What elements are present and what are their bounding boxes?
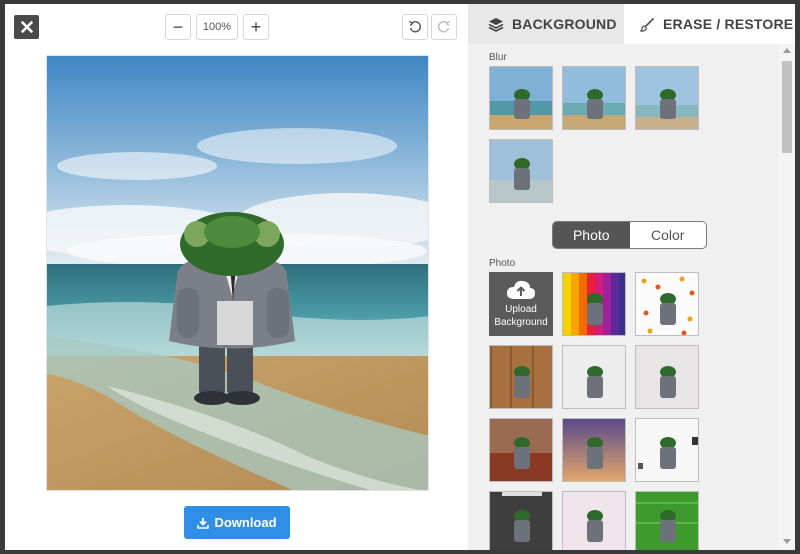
editor-window: − 100% + Download BACKGROUND ERASE / RES… [5, 4, 795, 550]
history-controls [402, 14, 457, 40]
photo-bg-brick-floor[interactable] [489, 418, 553, 482]
upload-background-button[interactable]: Upload Background [489, 272, 553, 336]
photo-thumb-image [563, 492, 625, 550]
tab-erase-restore-label: ERASE / RESTORE [663, 16, 794, 32]
download-icon [197, 517, 210, 529]
close-icon [20, 21, 33, 33]
blur-thumb-image [563, 67, 625, 129]
cloud-upload-icon [507, 280, 535, 299]
blur-option-high[interactable] [489, 139, 553, 203]
photo-bg-wood[interactable] [489, 345, 553, 409]
scrollbar-thumb[interactable] [782, 61, 792, 153]
tab-background[interactable]: BACKGROUND [468, 4, 624, 44]
photo-bg-photo-studio[interactable] [635, 418, 699, 482]
minus-icon: − [172, 17, 184, 37]
photo-thumb-image [636, 492, 698, 550]
download-button[interactable]: Download [184, 506, 290, 539]
photo-bg-purple-sunset[interactable] [562, 418, 626, 482]
scroll-down-arrow-icon[interactable] [783, 539, 791, 544]
preview-canvas[interactable] [46, 55, 429, 491]
layers-icon [488, 17, 504, 32]
close-button[interactable] [14, 15, 39, 39]
blur-option-none[interactable] [489, 66, 553, 130]
options-panel: BACKGROUND ERASE / RESTORE Blur Photo Co… [468, 4, 795, 550]
photo-thumb-image [636, 419, 698, 481]
tab-background-label: BACKGROUND [512, 16, 617, 32]
redo-icon [437, 20, 450, 33]
redo-button[interactable] [431, 14, 457, 40]
blur-option-medium[interactable] [635, 66, 699, 130]
toggle-color[interactable]: Color [630, 222, 707, 248]
photo-bg-spotlight[interactable] [489, 491, 553, 550]
photo-bg-white-studio[interactable] [562, 345, 626, 409]
zoom-level: 100% [196, 14, 238, 40]
preview-pane: − 100% + Download [5, 4, 468, 550]
tab-erase-restore[interactable]: ERASE / RESTORE [624, 4, 795, 44]
blur-section-label: Blur [489, 52, 507, 63]
photo-thumb-image [490, 492, 552, 550]
blur-option-low[interactable] [562, 66, 626, 130]
photo-thumb-image [490, 346, 552, 408]
undo-button[interactable] [402, 14, 428, 40]
upload-label-line2: Background [494, 317, 548, 328]
brush-icon [640, 17, 655, 32]
toggle-photo[interactable]: Photo [553, 222, 630, 248]
zoom-controls: − 100% + [165, 14, 269, 40]
zoom-out-button[interactable]: − [165, 14, 191, 40]
upload-label-line1: Upload [505, 304, 537, 315]
zoom-in-button[interactable]: + [243, 14, 269, 40]
scroll-up-arrow-icon[interactable] [783, 48, 791, 53]
photo-thumb-image [636, 346, 698, 408]
blur-thumb-image [490, 67, 552, 129]
panel-tabs: BACKGROUND ERASE / RESTORE [468, 4, 795, 44]
photo-thumb-image [563, 273, 625, 335]
blur-thumb-image [490, 140, 552, 202]
photo-thumb-image [563, 419, 625, 481]
photo-bg-light-gray[interactable] [635, 345, 699, 409]
undo-icon [409, 20, 422, 33]
photo-thumb-image [563, 346, 625, 408]
photo-section-label: Photo [489, 258, 516, 269]
photo-thumb-image [490, 419, 552, 481]
blur-thumb-image [636, 67, 698, 129]
photo-bg-rainbow-stripes[interactable] [562, 272, 626, 336]
photo-thumb-image [636, 273, 698, 335]
beach-scene-image [47, 56, 428, 490]
photo-bg-grass[interactable] [635, 491, 699, 550]
photo-bg-pink-room[interactable] [562, 491, 626, 550]
photo-bg-confetti[interactable] [635, 272, 699, 336]
plus-icon: + [250, 17, 262, 37]
download-label: Download [214, 515, 277, 530]
background-type-toggle: Photo Color [552, 221, 707, 249]
